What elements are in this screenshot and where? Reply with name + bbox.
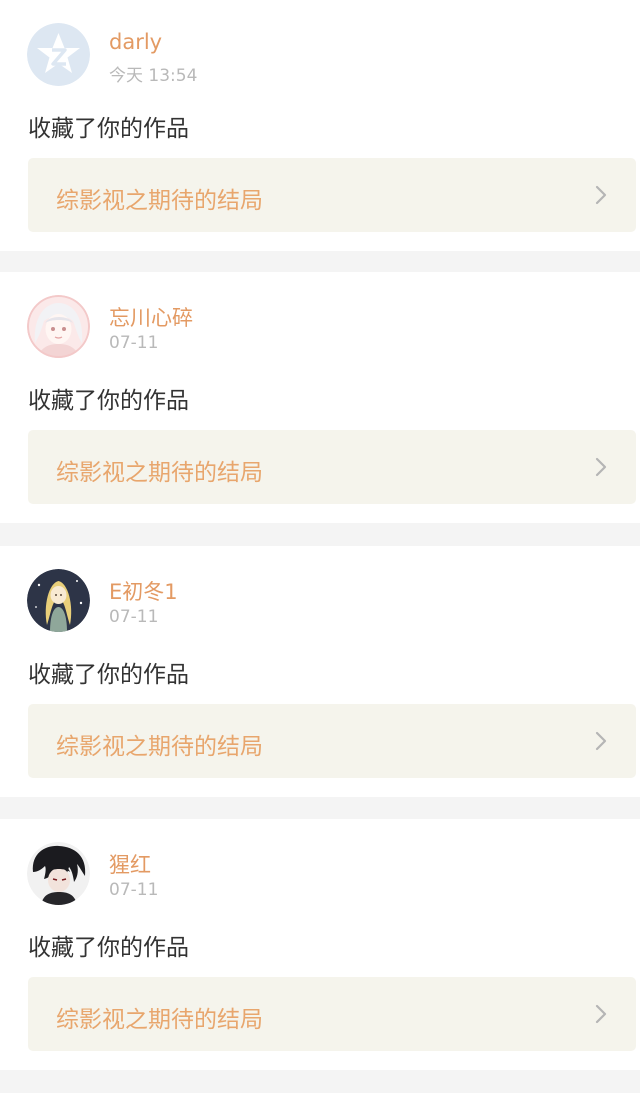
user-avatar[interactable] xyxy=(27,23,90,86)
user-avatar[interactable] xyxy=(27,295,90,358)
anime-blonde-girl-avatar-icon xyxy=(27,569,90,632)
action-text: 收藏了你的作品 xyxy=(28,935,189,961)
notification-card: darly 今天 13:54 收藏了你的作品 综影视之期待的结局 xyxy=(0,0,640,251)
username[interactable]: 猩红 xyxy=(109,849,151,879)
notification-feed: darly 今天 13:54 收藏了你的作品 综影视之期待的结局 忘川心碎 07… xyxy=(0,0,640,1097)
notification-card: 猩红 07-11 收藏了你的作品 综影视之期待的结局 xyxy=(0,819,640,1070)
user-avatar[interactable] xyxy=(27,569,90,632)
qzone-star-avatar-icon xyxy=(27,23,90,86)
chevron-right-icon xyxy=(590,456,612,478)
work-link[interactable]: 综影视之期待的结局 xyxy=(28,977,636,1051)
username[interactable]: 忘川心碎 xyxy=(109,302,193,332)
work-title: 综影视之期待的结局 xyxy=(56,188,263,214)
work-title: 综影视之期待的结局 xyxy=(56,734,263,760)
notification-card: E初冬1 07-11 收藏了你的作品 综影视之期待的结局 xyxy=(0,546,640,797)
work-link[interactable]: 综影视之期待的结局 xyxy=(28,430,636,504)
timestamp: 今天 13:54 xyxy=(109,66,198,86)
chevron-right-icon xyxy=(590,1003,612,1025)
notification-card: 忘川心碎 07-11 收藏了你的作品 综影视之期待的结局 xyxy=(0,272,640,523)
work-title: 综影视之期待的结局 xyxy=(56,460,263,486)
user-avatar[interactable] xyxy=(27,842,90,905)
username[interactable]: E初冬1 xyxy=(109,576,178,606)
action-text: 收藏了你的作品 xyxy=(28,116,189,142)
anime-girl-avatar-icon xyxy=(27,295,90,358)
username[interactable]: darly xyxy=(109,30,162,54)
notification-card-partial xyxy=(0,1093,640,1097)
work-link[interactable]: 综影视之期待的结局 xyxy=(28,158,636,232)
work-title: 综影视之期待的结局 xyxy=(56,1007,263,1033)
chevron-right-icon xyxy=(590,730,612,752)
chevron-right-icon xyxy=(590,184,612,206)
action-text: 收藏了你的作品 xyxy=(28,662,189,688)
action-text: 收藏了你的作品 xyxy=(28,388,189,414)
anime-dark-hair-avatar-icon xyxy=(27,842,90,905)
timestamp: 07-11 xyxy=(109,333,159,353)
work-link[interactable]: 综影视之期待的结局 xyxy=(28,704,636,778)
timestamp: 07-11 xyxy=(109,880,159,900)
timestamp: 07-11 xyxy=(109,607,159,627)
